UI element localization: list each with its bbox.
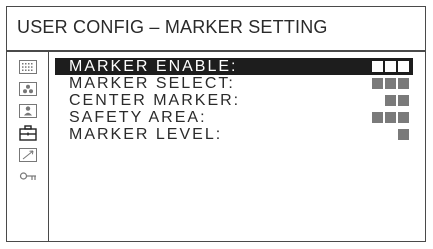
- menu-item-center-marker[interactable]: CENTER MARKER:: [55, 92, 413, 109]
- menu-item-value: [372, 61, 409, 72]
- value-block: [398, 129, 409, 140]
- value-block: [398, 95, 409, 106]
- menu-item-value: [372, 112, 409, 123]
- menu-item-label: MARKER ENABLE:: [69, 58, 238, 75]
- menu-item-safety-area[interactable]: SAFETY AREA:: [55, 109, 413, 126]
- toolbox-icon[interactable]: [19, 125, 37, 141]
- value-block: [398, 61, 409, 72]
- value-block: [385, 61, 396, 72]
- menu-item-label: SAFETY AREA:: [69, 109, 207, 126]
- value-block: [398, 112, 409, 123]
- person-icon[interactable]: [19, 103, 37, 119]
- menu-item-label: CENTER MARKER:: [69, 92, 241, 109]
- value-block: [385, 95, 396, 106]
- page-title: USER CONFIG – MARKER SETTING: [17, 17, 328, 37]
- three-circles-icon[interactable]: [19, 81, 37, 97]
- menu-item-marker-enable[interactable]: MARKER ENABLE:: [55, 58, 413, 75]
- sidebar: [7, 51, 49, 241]
- marker-setting-menu: MARKER ENABLE: MARKER SELECT: CENTER MAR…: [55, 58, 427, 143]
- grid-dots-icon[interactable]: [19, 59, 37, 75]
- osd-window: USER CONFIG – MARKER SETTING MARKER ENAB…: [6, 6, 426, 242]
- value-block: [372, 112, 383, 123]
- value-block: [385, 78, 396, 89]
- menu-item-marker-select[interactable]: MARKER SELECT:: [55, 75, 413, 92]
- menu-item-value: [372, 78, 409, 89]
- arrow-icon[interactable]: [19, 147, 37, 163]
- value-block: [398, 78, 409, 89]
- menu-item-value: [398, 129, 409, 140]
- value-block: [372, 61, 383, 72]
- title-divider: [7, 50, 425, 52]
- menu-item-label: MARKER LEVEL:: [69, 126, 223, 143]
- menu-item-marker-level[interactable]: MARKER LEVEL:: [55, 126, 413, 143]
- value-block: [385, 112, 396, 123]
- value-block: [372, 78, 383, 89]
- menu-item-label: MARKER SELECT:: [69, 75, 235, 92]
- key-icon[interactable]: [19, 169, 37, 185]
- menu-item-value: [385, 95, 409, 106]
